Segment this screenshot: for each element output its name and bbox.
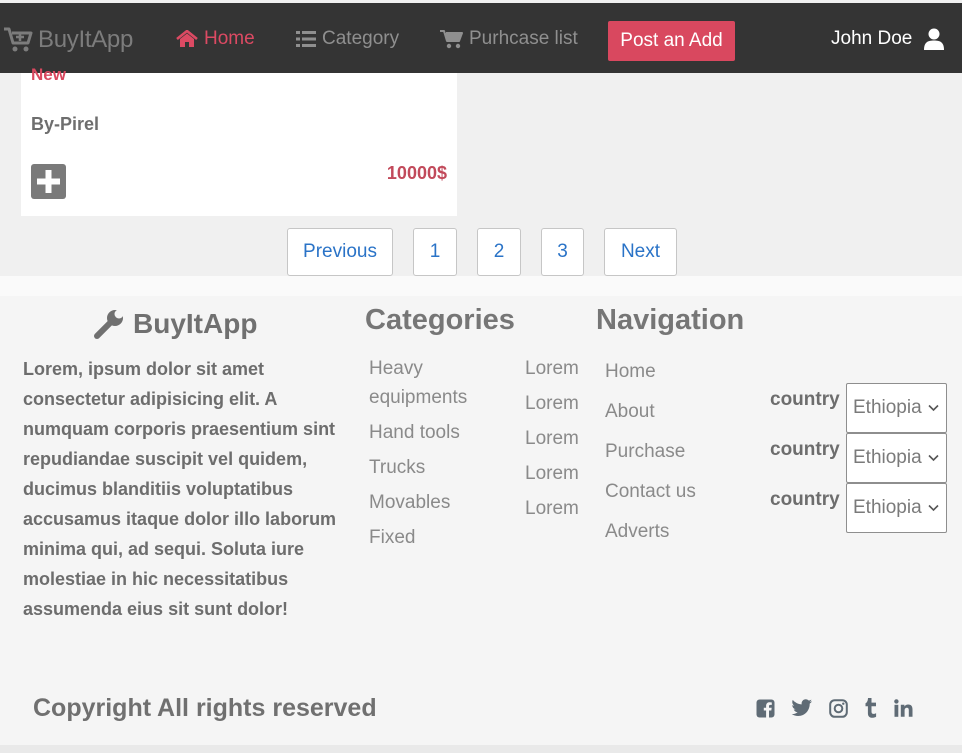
price-label: 10000$ [386, 163, 447, 183]
country-label: country [770, 439, 840, 460]
country-select[interactable]: Ethiopia [846, 383, 947, 433]
pagination: Previous 1 2 3 Next [0, 228, 962, 276]
nav-category[interactable]: Category [296, 28, 399, 50]
page-bottom-border [0, 745, 968, 753]
wrench-icon [94, 309, 124, 339]
nav-category-label: Category [322, 28, 400, 49]
page-1-button[interactable]: 1 [413, 228, 457, 276]
instagram-icon[interactable] [829, 698, 848, 718]
nav-home-label: Home [204, 28, 255, 49]
country-selector: country Ethiopia [770, 383, 947, 433]
footer-nav-purchase[interactable]: Purchase [605, 438, 696, 478]
footer-category-link[interactable]: Movables [369, 488, 499, 517]
post-ad-button[interactable]: Post an Add [608, 21, 735, 61]
footer-categories-list: Heavy equipments Hand tools Trucks Movab… [369, 354, 499, 558]
footer-brand: BuyItApp [93, 308, 257, 340]
footer-nav-contact[interactable]: Contact us [605, 478, 696, 518]
footer-category-link[interactable]: Fixed [369, 523, 499, 552]
condition-label: New [31, 65, 66, 84]
footer-nav-home[interactable]: Home [605, 358, 696, 398]
footer-nav-adverts[interactable]: Adverts [605, 518, 696, 558]
footer-lorem-link[interactable]: Lorem [525, 494, 579, 529]
footer-category-link[interactable]: Heavy equipments [369, 354, 499, 412]
previous-page-button[interactable]: Previous [287, 228, 393, 276]
home-icon [176, 30, 198, 47]
footer-lorem-link[interactable]: Lorem [525, 389, 579, 424]
footer: BuyItApp Lorem, ipsum dolor sit amet con… [0, 296, 962, 745]
top-navbar: BuyItApp Home Category Purhcase list Pos… [0, 3, 962, 73]
chevron-down-icon [928, 454, 939, 462]
product-card: New By-Pirel 10000$ [21, 65, 457, 216]
social-links [756, 698, 929, 718]
chevron-down-icon [928, 404, 939, 412]
footer-brand-name: BuyItApp [133, 308, 258, 339]
footer-lorem-link[interactable]: Lorem [525, 424, 579, 459]
user-menu[interactable]: John Doe [831, 28, 945, 50]
user-name: John Doe [831, 28, 913, 49]
next-page-button[interactable]: Next [604, 228, 677, 276]
tumblr-icon[interactable] [864, 698, 878, 718]
cart-plus-icon [4, 27, 33, 52]
country-label: country [770, 489, 840, 510]
list-icon [296, 31, 316, 47]
section-divider [0, 276, 962, 296]
facebook-icon[interactable] [756, 699, 775, 718]
nav-purchase-label: Purhcase list [469, 28, 578, 49]
footer-about-text: Lorem, ipsum dolor sit amet consectetur … [23, 359, 337, 619]
footer-nav-about[interactable]: About [605, 398, 696, 438]
page-3-button[interactable]: 3 [541, 228, 584, 276]
brand-name: BuyItApp [38, 26, 133, 53]
twitter-icon[interactable] [791, 699, 813, 717]
brand-logo[interactable]: BuyItApp [3, 26, 133, 54]
categories-heading: Categories [365, 304, 515, 336]
country-select[interactable]: Ethiopia [846, 483, 947, 533]
chevron-down-icon [928, 504, 939, 512]
navigation-heading: Navigation [596, 304, 745, 336]
linkedin-icon[interactable] [894, 699, 913, 717]
footer-lorem-list: Lorem Lorem Lorem Lorem Lorem [525, 354, 579, 529]
country-selector: country Ethiopia [770, 433, 947, 483]
footer-lorem-link[interactable]: Lorem [525, 459, 579, 494]
country-selector: country Ethiopia [770, 483, 947, 533]
add-to-cart-button[interactable] [31, 164, 66, 199]
user-icon [924, 28, 945, 50]
copyright-text: Copyright All rights reserved [33, 694, 377, 722]
window-right-edge [962, 0, 968, 753]
plus-icon [37, 170, 60, 193]
footer-category-link[interactable]: Hand tools [369, 418, 499, 447]
country-label: country [770, 389, 840, 410]
country-value: Ethiopia [853, 397, 922, 418]
country-select[interactable]: Ethiopia [846, 433, 947, 483]
seller-label: By-Pirel [31, 114, 100, 134]
footer-category-link[interactable]: Trucks [369, 453, 499, 482]
cart-icon [440, 30, 463, 49]
page-2-button[interactable]: 2 [477, 228, 521, 276]
nav-purchase-list[interactable]: Purhcase list [440, 28, 578, 50]
country-value: Ethiopia [853, 447, 922, 468]
footer-navigation-list: Home About Purchase Contact us Adverts [605, 358, 696, 558]
footer-lorem-link[interactable]: Lorem [525, 354, 579, 389]
country-value: Ethiopia [853, 497, 922, 518]
nav-home[interactable]: Home [176, 28, 255, 50]
